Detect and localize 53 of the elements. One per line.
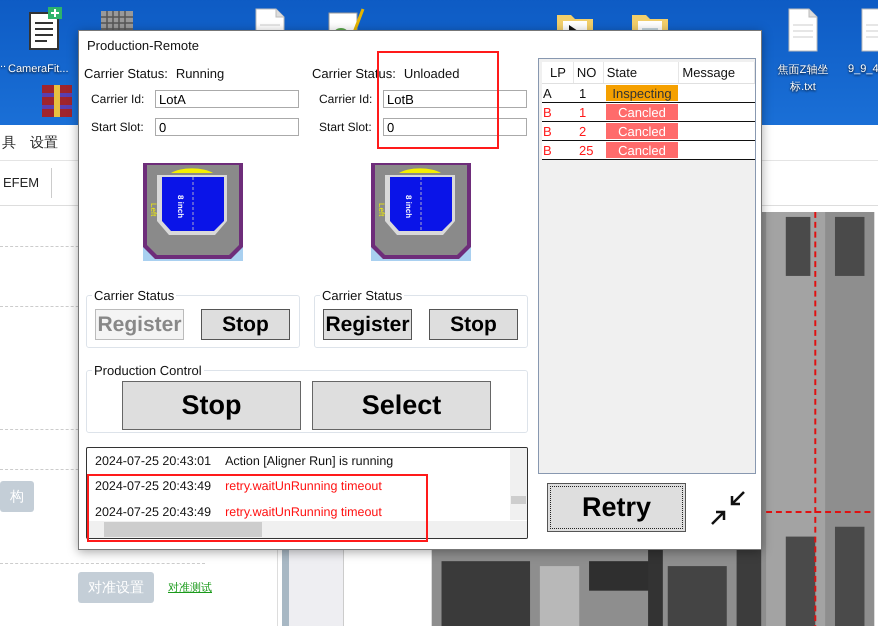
field-label: Carrier Id:: [319, 92, 374, 106]
column-header[interactable]: LP: [542, 62, 574, 83]
register-button[interactable]: Register: [323, 309, 412, 340]
stop-button[interactable]: Stop: [429, 309, 518, 340]
vertical-scrollbar[interactable]: [510, 448, 527, 520]
horizontal-scrollbar[interactable]: [87, 521, 527, 538]
desktop-icon-label[interactable]: CameraFit...: [8, 62, 69, 77]
menu-item[interactable]: 设置: [30, 134, 58, 152]
group-title: Carrier Status: [321, 288, 404, 303]
state-badge: Inspecting: [606, 85, 678, 101]
state-badge: Cancled: [606, 142, 678, 158]
table-row[interactable]: A 1 Inspecting: [542, 84, 755, 103]
field-label: Carrier Id:: [91, 92, 146, 106]
window-title: Production-Remote: [87, 38, 199, 53]
desktop-icon-label[interactable]: ..: [0, 57, 6, 72]
start-slot-field[interactable]: 0: [155, 118, 299, 136]
align-test-link[interactable]: 对准测试: [168, 580, 212, 595]
status-label: Carrier Status:: [84, 66, 168, 80]
carrier-id-field[interactable]: LotB: [383, 90, 527, 108]
column-header[interactable]: Message: [679, 62, 755, 83]
group-title: Carrier Status: [93, 288, 176, 303]
log-time: 2024-07-25 20:43:49: [95, 504, 212, 519]
log-message: retry.waitUnRunning timeout: [225, 504, 382, 519]
state-badge: Cancled: [606, 104, 678, 120]
log-message: Action [Aligner Run] is running: [225, 454, 394, 468]
table-row[interactable]: B 25 Cancled: [542, 141, 755, 160]
field-label: Start Slot:: [319, 120, 373, 134]
field-label: Start Slot:: [91, 120, 145, 134]
log-time: 2024-07-25 20:43:01: [95, 454, 212, 468]
state-badge: Cancled: [606, 123, 678, 139]
table-row[interactable]: B 1 Cancled: [542, 103, 755, 122]
select-button[interactable]: Select: [312, 381, 491, 430]
stop-button[interactable]: Stop: [201, 309, 290, 340]
toolbar-tab[interactable]: EFEM: [3, 168, 52, 198]
wafer-size-label: 8 inch: [404, 195, 413, 218]
side-label: Left: [377, 203, 386, 216]
retry-button[interactable]: Retry: [547, 483, 686, 532]
log-message: retry.waitUnRunning timeout: [225, 479, 382, 494]
stop-button[interactable]: Stop: [122, 381, 301, 430]
wafer-size-label: 8 inch: [176, 195, 185, 218]
group-title: Production Control: [93, 363, 203, 378]
menu-item[interactable]: 具: [2, 134, 16, 152]
column-header[interactable]: State: [604, 62, 680, 83]
log-time: 2024-07-25 20:43:49: [95, 479, 212, 494]
column-header[interactable]: NO: [574, 62, 604, 83]
carrier-id-field[interactable]: LotA: [155, 90, 299, 108]
status-value: Unloaded: [404, 66, 460, 80]
table-row[interactable]: B 2 Cancled: [542, 122, 755, 141]
desktop-icon-label[interactable]: 焦面Z轴坐标.txt: [769, 62, 837, 96]
start-slot-field[interactable]: 0: [383, 118, 527, 136]
desktop-icon-label[interactable]: 9_9_4: [848, 62, 878, 77]
side-label: Left: [149, 203, 158, 216]
status-value: Running: [176, 66, 224, 80]
